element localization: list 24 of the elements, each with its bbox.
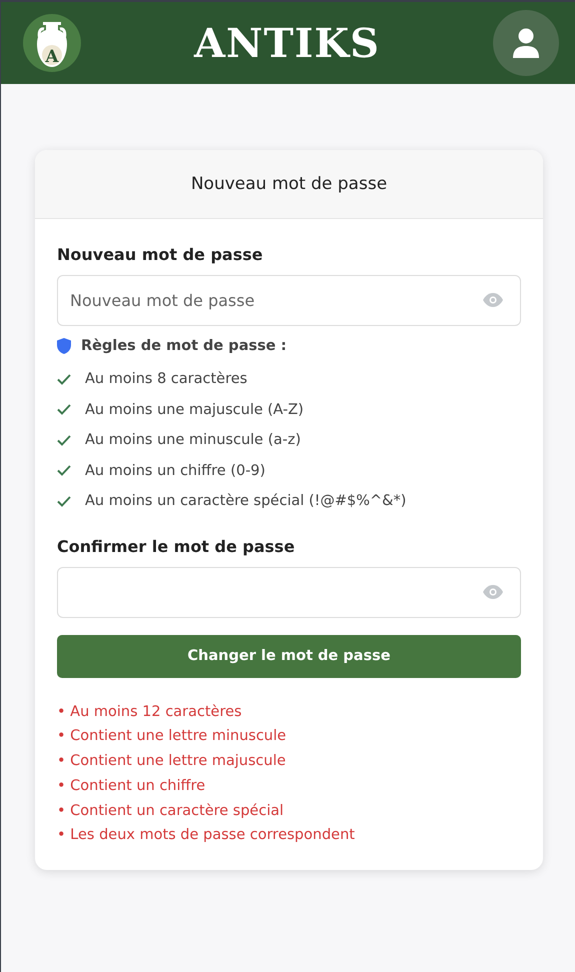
card-title: Nouveau mot de passe — [190, 174, 388, 194]
confirm-password-field[interactable] — [57, 566, 521, 618]
eye-icon[interactable] — [483, 584, 503, 598]
rule-text: Au moins un caractère spécial (!@#$%^&*) — [85, 493, 406, 510]
field-label: Confirmer le mot de passe — [57, 536, 296, 556]
requirement-text: • Contient une lettre minuscule — [57, 727, 288, 746]
brand-title: ANTIKS — [194, 20, 380, 66]
requirement-text: • Contient une lettre majuscule — [57, 752, 287, 772]
change-password-button[interactable]: Changer le mot de passe — [57, 634, 521, 678]
requirement-text: • Contient un caractère spécial — [57, 802, 285, 821]
requirement-text: • Au moins 12 caractères — [57, 702, 243, 722]
field-label: Nouveau mot de passe — [57, 245, 264, 264]
logo-icon[interactable]: A — [23, 14, 81, 72]
shield-icon — [57, 338, 71, 354]
requirement-text: • Les deux mots de passe correspondent — [57, 826, 356, 846]
eye-icon[interactable] — [483, 293, 503, 307]
rule-text: Au moins 8 caractères — [85, 371, 248, 388]
rule-text: Au moins une minuscule (a-z) — [85, 432, 301, 448]
new-password-field[interactable]: Nouveau mot de passe — [57, 275, 521, 326]
rules-title: Règles de mot de passe : — [81, 338, 287, 354]
requirement-text: • Contient un chiffre — [57, 776, 206, 796]
logo-letter: A — [45, 47, 59, 67]
rule-text: Au moins un chiffre (0-9) — [85, 462, 266, 479]
rule-text: Au moins une majuscule (A-Z) — [85, 402, 304, 418]
